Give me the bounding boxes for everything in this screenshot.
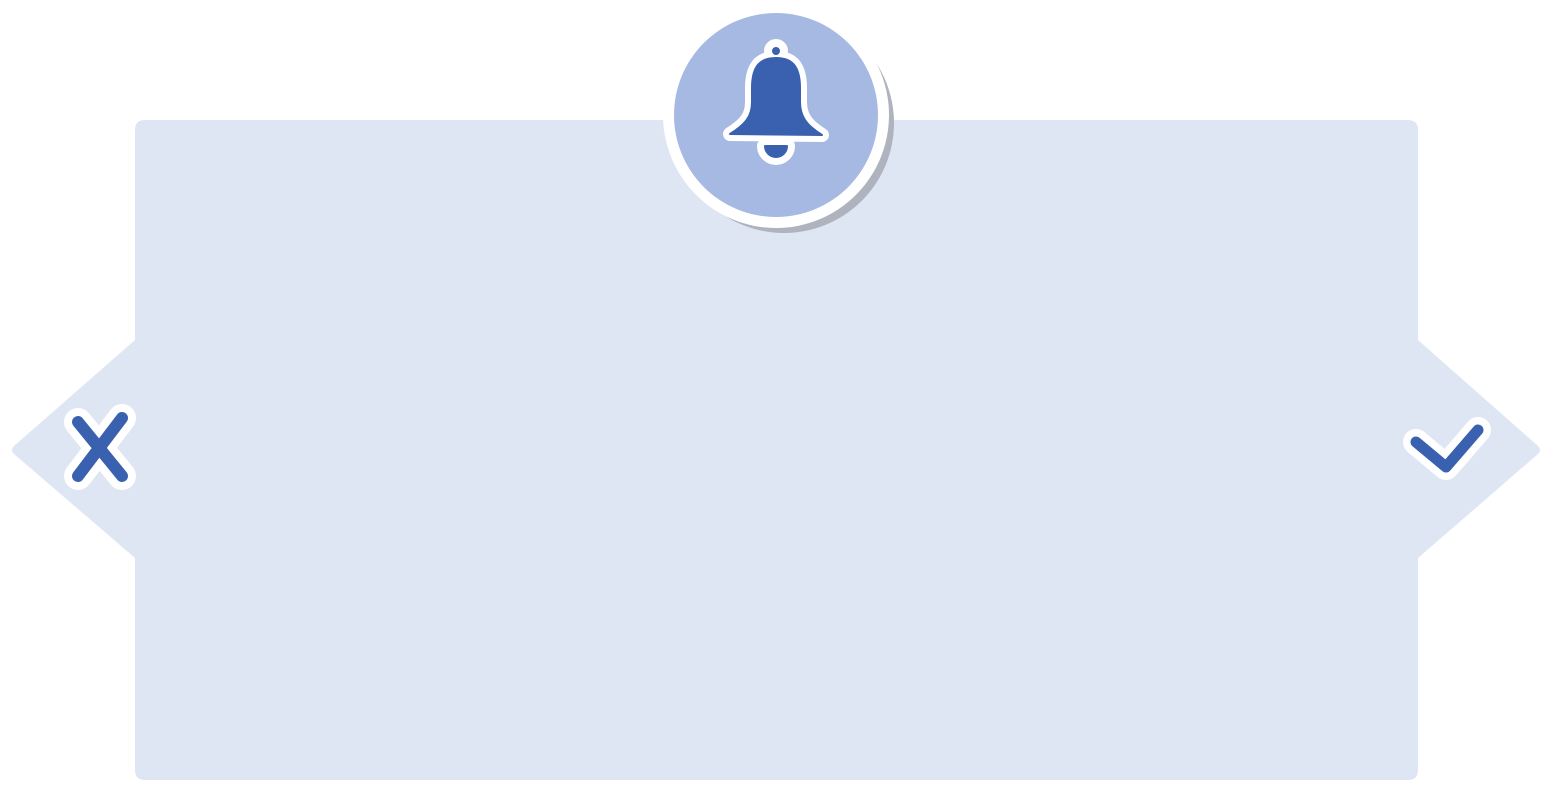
notification-dialog — [0, 0, 1552, 790]
confirm-button[interactable] — [1390, 395, 1520, 505]
dismiss-button[interactable] — [40, 395, 160, 505]
dialog-canvas — [12, 2, 1540, 780]
